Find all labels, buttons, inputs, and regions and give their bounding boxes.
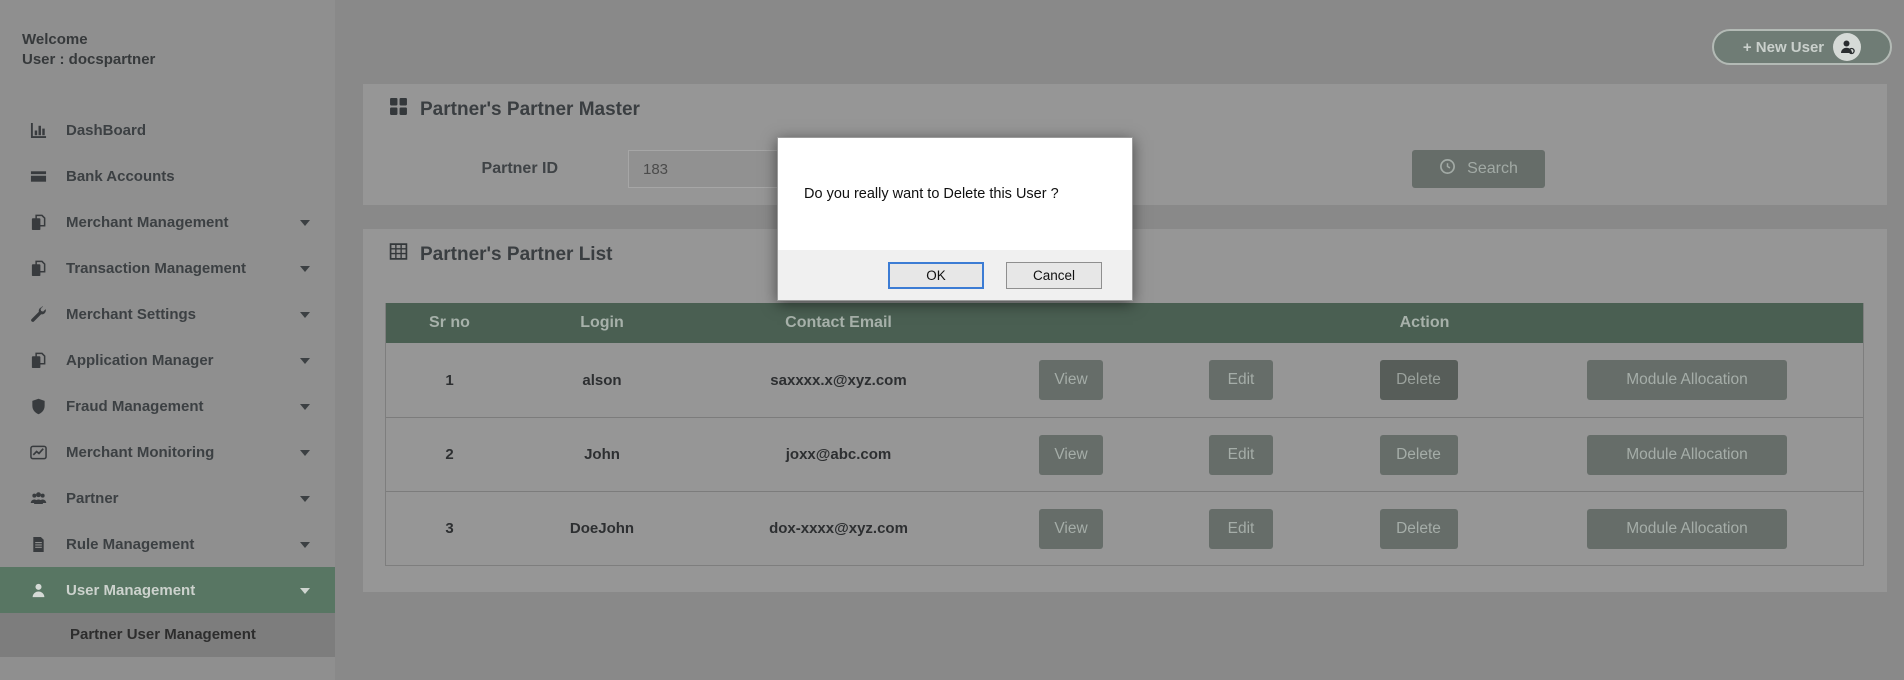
grid-icon — [389, 97, 408, 122]
sidebar-item-merchant-settings[interactable]: Merchant Settings — [0, 291, 335, 337]
sr-no-cell: 1 — [386, 372, 513, 389]
credit-card-icon — [30, 167, 51, 185]
sidebar-item-label: User Management — [66, 582, 195, 599]
user-icon — [30, 581, 51, 599]
column-header-login: Login — [513, 314, 691, 332]
edit-button[interactable]: Edit — [1209, 435, 1273, 475]
partner-list-title-label: Partner's Partner List — [420, 244, 612, 266]
sidebar-item-partner[interactable]: Partner — [0, 475, 335, 521]
chevron-down-icon — [300, 312, 310, 318]
search-icon — [1439, 158, 1456, 180]
view-button[interactable]: View — [1039, 360, 1103, 400]
email-cell: dox-xxxx@xyz.com — [691, 520, 986, 537]
delete-button[interactable]: Delete — [1380, 360, 1458, 400]
delete-button[interactable]: Delete — [1380, 509, 1458, 549]
chevron-down-icon — [300, 496, 310, 502]
sidebar-item-label: Transaction Management — [66, 260, 246, 277]
dialog-ok-button[interactable]: OK — [888, 262, 984, 289]
chevron-down-icon — [300, 404, 310, 410]
documents-icon — [30, 351, 51, 369]
confirm-dialog-message: Do you really want to Delete this User ? — [778, 138, 1132, 250]
table-row: 2Johnjoxx@abc.com View Edit Delete Module Al… — [386, 417, 1863, 491]
delete-button[interactable]: Delete — [1380, 435, 1458, 475]
documents-icon — [30, 259, 51, 277]
partner-master-title: Partner's Partner Master — [389, 97, 640, 122]
partner-id-label: Partner ID — [423, 150, 558, 188]
sidebar: Welcome User : docspartner DashBoard Bank… — [0, 0, 335, 680]
search-button-label: Search — [1467, 160, 1518, 178]
new-user-button[interactable]: + New User — [1712, 29, 1892, 65]
edit-button[interactable]: Edit — [1209, 360, 1273, 400]
email-cell: saxxxx.x@xyz.com — [691, 372, 986, 389]
sidebar-item-label: Merchant Settings — [66, 306, 196, 323]
partner-list-title: Partner's Partner List — [389, 242, 612, 267]
sidebar-item-user-management[interactable]: User Management — [0, 567, 335, 613]
documents-icon — [30, 213, 51, 231]
user-plus-icon — [1833, 33, 1861, 61]
column-header-sr-no: Sr no — [386, 314, 513, 332]
bar-chart-icon — [30, 121, 51, 139]
sidebar-item-label: Application Manager — [66, 352, 214, 369]
module-allocation-button[interactable]: Module Allocation — [1587, 360, 1787, 400]
table-header-row: Sr no Login Contact Email Action — [386, 303, 1863, 343]
partner-list-table: Sr no Login Contact Email Action 1alsons… — [385, 303, 1864, 566]
view-button[interactable]: View — [1039, 435, 1103, 475]
sidebar-item-transaction-management[interactable]: Transaction Management — [0, 245, 335, 291]
welcome-block: Welcome User : docspartner — [22, 30, 155, 70]
partner-master-title-label: Partner's Partner Master — [420, 99, 640, 121]
sidebar-item-label: DashBoard — [66, 122, 146, 139]
sidebar-item-label: Rule Management — [66, 536, 194, 553]
column-header-action: Action — [986, 314, 1863, 332]
chevron-down-icon — [300, 358, 310, 364]
edit-button[interactable]: Edit — [1209, 509, 1273, 549]
confirm-dialog: Do you really want to Delete this User ?… — [777, 137, 1133, 301]
file-text-icon — [30, 535, 51, 553]
sidebar-item-merchant-management[interactable]: Merchant Management — [0, 199, 335, 245]
sidebar-nav: DashBoard Bank Accounts Merchant Managemen… — [0, 107, 335, 613]
module-allocation-button[interactable]: Module Allocation — [1587, 435, 1787, 475]
chevron-down-icon — [300, 220, 310, 226]
login-cell: alson — [513, 372, 691, 389]
column-header-contact-email: Contact Email — [691, 314, 986, 332]
sidebar-item-merchant-monitoring[interactable]: Merchant Monitoring — [0, 429, 335, 475]
sidebar-item-rule-management[interactable]: Rule Management — [0, 521, 335, 567]
table-icon — [389, 242, 408, 267]
line-chart-icon — [30, 443, 51, 461]
welcome-user: User : docspartner — [22, 50, 155, 70]
sidebar-subitem-partner-user-management[interactable]: Partner User Management — [0, 613, 335, 657]
confirm-dialog-footer: OK Cancel — [778, 250, 1132, 300]
sidebar-item-label: Fraud Management — [66, 398, 204, 415]
welcome-title: Welcome — [22, 30, 155, 50]
sidebar-item-label: Merchant Monitoring — [66, 444, 214, 461]
chevron-down-icon — [300, 450, 310, 456]
table-body: 1alsonsaxxxx.x@xyz.com View Edit Delete Modu… — [386, 343, 1863, 565]
table-row: 1alsonsaxxxx.x@xyz.com View Edit Delete Modu… — [386, 343, 1863, 417]
sidebar-item-label: Partner — [66, 490, 119, 507]
sr-no-cell: 2 — [386, 446, 513, 463]
login-cell: John — [513, 446, 691, 463]
view-button[interactable]: View — [1039, 509, 1103, 549]
login-cell: DoeJohn — [513, 520, 691, 537]
module-allocation-button[interactable]: Module Allocation — [1587, 509, 1787, 549]
sr-no-cell: 3 — [386, 520, 513, 537]
sidebar-item-fraud-management[interactable]: Fraud Management — [0, 383, 335, 429]
chevron-down-icon — [300, 542, 310, 548]
sidebar-item-label: Bank Accounts — [66, 168, 175, 185]
chevron-down-icon — [300, 266, 310, 272]
sidebar-item-bank-accounts[interactable]: Bank Accounts — [0, 153, 335, 199]
table-row: 3DoeJohndox-xxxx@xyz.com View Edit Delete Mo… — [386, 491, 1863, 565]
chevron-down-icon — [300, 588, 310, 594]
sidebar-item-application-manager[interactable]: Application Manager — [0, 337, 335, 383]
dialog-cancel-button[interactable]: Cancel — [1006, 262, 1102, 289]
search-button[interactable]: Search — [1412, 150, 1545, 188]
email-cell: joxx@abc.com — [691, 446, 986, 463]
wrench-icon — [30, 305, 51, 323]
sidebar-item-dashboard[interactable]: DashBoard — [0, 107, 335, 153]
users-icon — [30, 489, 51, 507]
sidebar-item-label: Merchant Management — [66, 214, 229, 231]
main-content: + New User Partner's Partner Master Part… — [335, 0, 1904, 680]
new-user-label: + New User — [1743, 39, 1824, 56]
shield-icon — [30, 397, 51, 415]
